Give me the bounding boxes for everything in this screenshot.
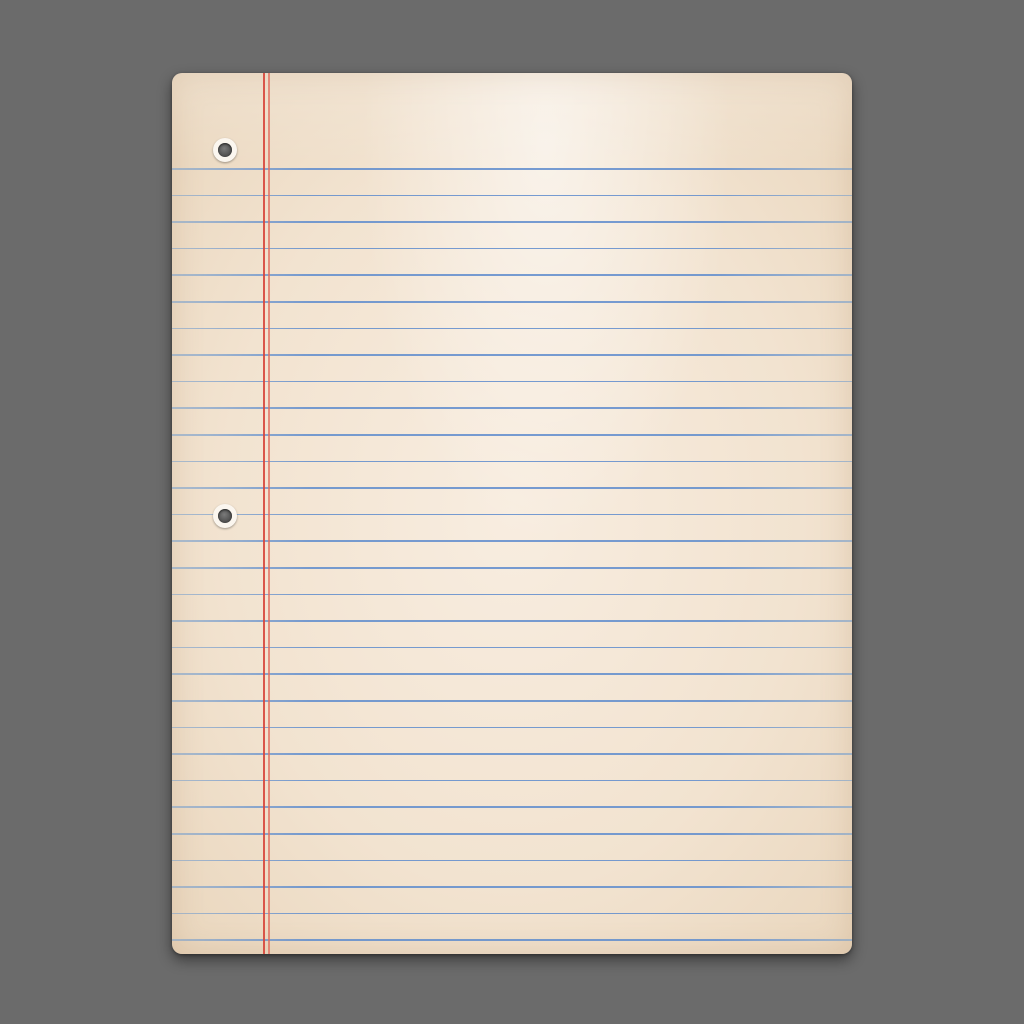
rule-line bbox=[172, 726, 852, 729]
rule-line bbox=[172, 247, 852, 250]
rule-line bbox=[172, 806, 852, 808]
rule-line bbox=[172, 833, 852, 835]
rule-line bbox=[172, 487, 852, 489]
rule-line bbox=[172, 646, 852, 649]
rule-line bbox=[172, 779, 852, 782]
margin-line bbox=[263, 73, 265, 954]
rule-line bbox=[172, 168, 852, 170]
punch-hole-icon bbox=[213, 138, 237, 162]
rule-line bbox=[172, 859, 852, 862]
rule-lines bbox=[172, 73, 852, 954]
rule-line bbox=[172, 380, 852, 383]
rule-line bbox=[172, 593, 852, 596]
rule-line bbox=[172, 434, 852, 436]
rule-line bbox=[172, 301, 852, 303]
rule-line bbox=[172, 327, 852, 330]
punch-hole-icon bbox=[213, 504, 237, 528]
rule-line bbox=[172, 886, 852, 888]
rule-line bbox=[172, 673, 852, 675]
rule-line bbox=[172, 221, 852, 223]
rule-line bbox=[172, 354, 852, 356]
rule-line bbox=[172, 700, 852, 702]
rule-line bbox=[172, 540, 852, 542]
rule-line bbox=[172, 912, 852, 915]
rule-line bbox=[172, 567, 852, 569]
rule-line bbox=[172, 460, 852, 463]
backdrop: { "scene": { "subject": "blank-lined-pap… bbox=[0, 0, 1024, 1024]
rule-line bbox=[172, 939, 852, 941]
rule-line bbox=[172, 274, 852, 276]
rule-line bbox=[172, 620, 852, 622]
rule-line bbox=[172, 753, 852, 755]
rule-line bbox=[172, 513, 852, 516]
rule-line bbox=[172, 194, 852, 197]
rule-line bbox=[172, 407, 852, 409]
lined-paper-sheet bbox=[172, 73, 852, 954]
margin-line-secondary bbox=[268, 73, 270, 954]
